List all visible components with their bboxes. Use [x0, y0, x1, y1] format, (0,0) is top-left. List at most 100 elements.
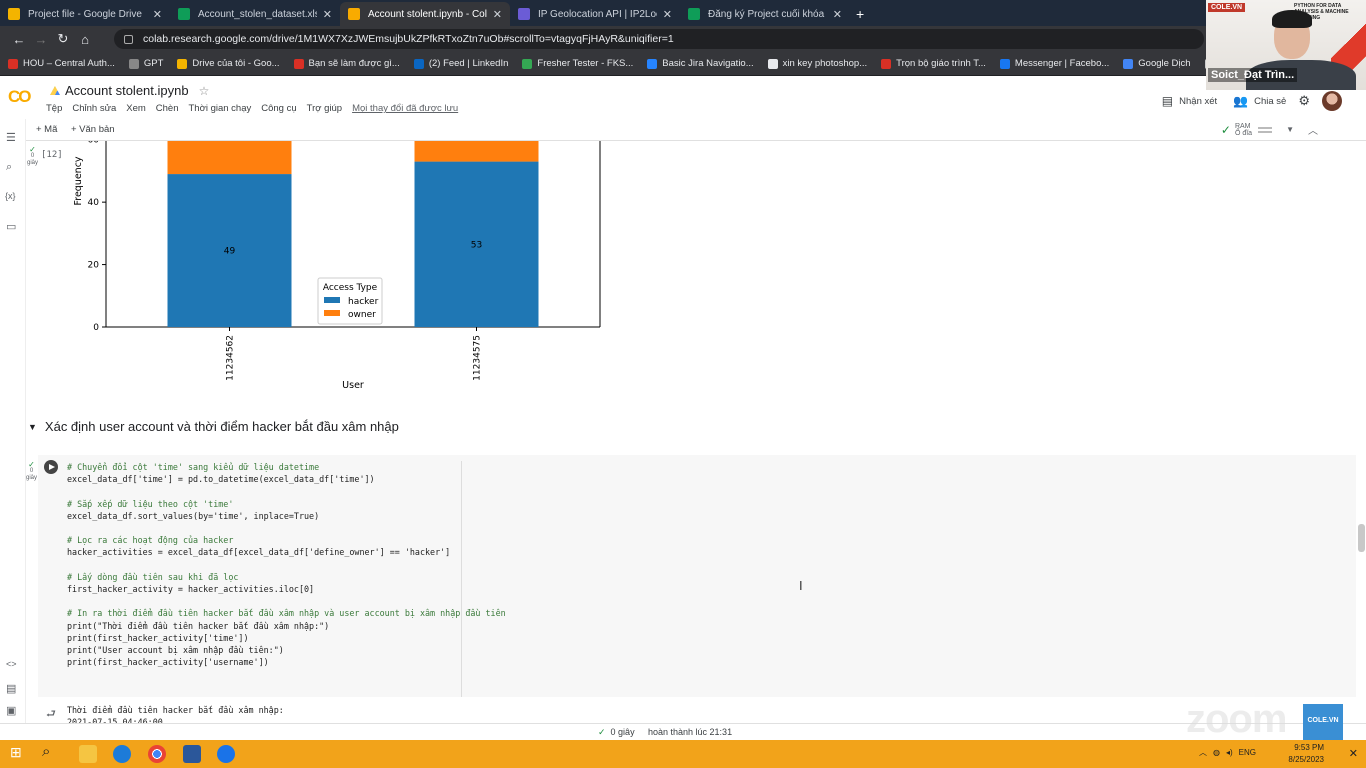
notebook-filename[interactable]: Account stolent.ipynb: [65, 83, 189, 98]
browser-tab[interactable]: Account_stolen_dataset.xlsx - Go ✕: [170, 2, 340, 26]
browser-tab[interactable]: Account stolent.ipynb - Colabora ✕: [340, 2, 510, 26]
bookmark-item[interactable]: Google Dịch: [1123, 58, 1191, 69]
x-tick-label: 11234562: [226, 335, 236, 381]
bookmark-item[interactable]: HOU – Central Auth...: [8, 58, 115, 69]
close-icon[interactable]: ✕: [323, 8, 332, 21]
browser-tab[interactable]: IP Geolocation API | IP2Location ✕: [510, 2, 680, 26]
bookmark-item[interactable]: Bạn sẽ làm được gì...: [293, 58, 400, 69]
tab-title: Account_stolen_dataset.xlsx - Go: [198, 8, 317, 20]
code-snippets-icon[interactable]: <>: [6, 659, 17, 669]
code-line: print(first_hacker_activity['time']): [67, 632, 249, 643]
code-editor[interactable]: # Chuyển đổi cột 'time' sang kiểu dữ liệ…: [67, 461, 506, 668]
forward-arrow-icon[interactable]: →: [30, 32, 52, 47]
collapse-triangle-icon[interactable]: ▼: [28, 422, 37, 432]
new-tab-icon[interactable]: +: [856, 6, 864, 22]
close-icon[interactable]: ✕: [833, 8, 842, 21]
menu-item[interactable]: Chèn: [156, 103, 179, 114]
zalo-icon[interactable]: [217, 745, 235, 763]
tab-title: Project file - Google Drive: [28, 8, 142, 20]
bookmark-favicon-icon: [881, 58, 892, 69]
folder-icon[interactable]: ▭: [6, 220, 16, 233]
bookmark-item[interactable]: Fresher Tester - FKS...: [522, 58, 633, 69]
bookmark-label: Drive của tôi - Goo...: [192, 58, 280, 69]
volume-icon[interactable]: ◂): [1226, 748, 1233, 757]
share-button[interactable]: Chia sẻ: [1254, 96, 1286, 107]
colab-header: CO Account stolent.ipynb ☆ Tệp Chỉnh sửa X…: [0, 77, 1366, 119]
save-status-link[interactable]: Mọi thay đổi đã được lưu: [352, 103, 458, 114]
x-tick-label: 11234575: [473, 335, 483, 381]
bookmark-item[interactable]: Drive của tôi - Goo...: [177, 58, 280, 69]
close-icon[interactable]: ✕: [663, 8, 672, 21]
clock[interactable]: 9:53 PM 8/25/2023: [1288, 742, 1324, 766]
bookmark-item[interactable]: GPT: [128, 58, 163, 69]
bar-data-label: 53: [471, 240, 482, 250]
bookmark-item[interactable]: (2) Feed | LinkedIn: [413, 58, 509, 69]
menu-item[interactable]: Xem: [126, 103, 146, 114]
section-heading[interactable]: ▼ Xác định user account và thời điểm hac…: [28, 419, 399, 434]
windows-start-icon[interactable]: ⊞: [10, 744, 28, 762]
menu-item[interactable]: Trợ giúp: [307, 103, 342, 114]
chevron-up-icon[interactable]: ︿: [1199, 747, 1207, 758]
word-icon[interactable]: [183, 745, 201, 763]
menu-item[interactable]: Chỉnh sửa: [72, 103, 116, 114]
menu-item[interactable]: Công cụ: [261, 103, 296, 114]
chevron-up-icon[interactable]: ︿: [1308, 122, 1318, 137]
add-code-button[interactable]: + Mã: [36, 124, 57, 135]
colab-logo[interactable]: CO: [8, 87, 31, 107]
cell-exec-status: ✓ 0 giây: [26, 461, 37, 482]
y-axis-label: Frequency: [73, 156, 84, 205]
gear-icon[interactable]: ⚙: [1298, 93, 1310, 109]
browser-toolbar: ← → ↻ ⌂ colab.research.google.com/drive/…: [0, 26, 1366, 52]
bookmark-item[interactable]: Trọn bộ giáo trình T...: [881, 58, 986, 69]
chrome-icon[interactable]: [148, 745, 166, 763]
language-indicator[interactable]: ENG: [1239, 748, 1256, 757]
run-cell-button[interactable]: [44, 460, 58, 474]
bookmark-favicon-icon: [767, 58, 778, 69]
cell-exec-time: 0: [30, 153, 35, 159]
command-palette-icon[interactable]: ▤: [6, 682, 16, 695]
output-line: Thời điểm đầu tiên hacker bắt đầu xâm nh…: [67, 705, 284, 715]
close-icon[interactable]: ✕: [493, 8, 502, 21]
close-icon[interactable]: ✕: [1349, 747, 1358, 760]
menu-item[interactable]: Thời gian chạy: [189, 103, 252, 114]
bookmark-item[interactable]: Messenger | Facebo...: [999, 58, 1109, 69]
browser-tab[interactable]: Project file - Google Drive ✕: [0, 2, 170, 26]
resource-indicator[interactable]: ✓ RAM Ổ đĩa ▼ ︿: [1221, 122, 1318, 138]
browser-tab[interactable]: Đăng ký Project cuối khóa - Goo ✕: [680, 2, 850, 26]
address-bar[interactable]: colab.research.google.com/drive/1M1WX7Xz…: [114, 29, 1204, 49]
file-explorer-icon[interactable]: [79, 745, 97, 763]
add-text-button[interactable]: + Văn bản: [71, 124, 115, 135]
search-icon[interactable]: ⌕: [42, 743, 60, 761]
code-cell[interactable]: # Chuyển đổi cột 'time' sang kiểu dữ liệ…: [38, 455, 1356, 697]
star-icon[interactable]: ☆: [199, 84, 210, 98]
scrollbar[interactable]: [1358, 524, 1365, 552]
comment-icon[interactable]: ▤: [1162, 94, 1173, 108]
comment-button[interactable]: Nhận xét: [1179, 96, 1217, 107]
chevron-down-icon[interactable]: ▼: [1286, 125, 1294, 134]
back-arrow-icon[interactable]: ←: [8, 32, 30, 47]
lock-icon: [124, 34, 133, 44]
tab-title: Đăng ký Project cuối khóa - Goo: [708, 8, 827, 20]
menu-item[interactable]: Tệp: [46, 103, 62, 114]
y-tick-label: 60: [88, 141, 100, 146]
output-icon[interactable]: ⮐: [46, 705, 56, 724]
share-people-icon[interactable]: 👥: [1233, 94, 1248, 108]
terminal-icon[interactable]: ▣: [6, 704, 16, 717]
avatar[interactable]: [1322, 91, 1342, 111]
home-icon[interactable]: ⌂: [74, 32, 96, 47]
reload-icon[interactable]: ↻: [52, 31, 74, 47]
header-actions: ▤ Nhận xét 👥 Chia sẻ ⚙: [1162, 91, 1342, 111]
bookmark-label: (2) Feed | LinkedIn: [428, 58, 509, 69]
cell-exec-time: 0: [29, 468, 34, 474]
search-icon[interactable]: ⌕: [6, 161, 12, 174]
close-icon[interactable]: ✕: [153, 8, 162, 21]
windows-taskbar: ⊞ ⌕ ︿ ◍ ◂) ENG 9:53 PM 8/25/2023 ✕: [0, 740, 1366, 768]
table-of-contents-icon[interactable]: ☰: [6, 131, 16, 144]
edge-icon[interactable]: [113, 745, 131, 763]
variables-icon[interactable]: {x}: [5, 191, 16, 201]
bookmark-item[interactable]: xin key photoshop...: [767, 58, 867, 69]
bookmark-item[interactable]: Basic Jira Navigatio...: [647, 58, 754, 69]
network-icon[interactable]: ◍: [1213, 748, 1220, 757]
